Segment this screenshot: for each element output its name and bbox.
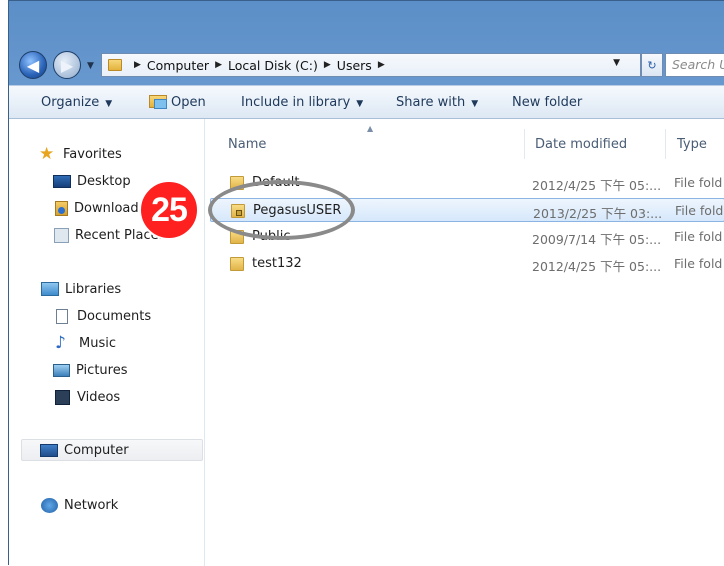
column-header-name[interactable]: Name — [228, 137, 266, 152]
file-type: File fold — [675, 203, 724, 218]
nav-label: Favorites — [63, 146, 122, 162]
breadcrumb-separator-icon[interactable]: ▶ — [134, 60, 141, 70]
nav-label: Documents — [77, 308, 152, 324]
breadcrumb-separator-icon[interactable]: ▶ — [215, 60, 222, 70]
open-button[interactable]: Open — [149, 95, 206, 110]
step-number-badge: 25 — [139, 180, 199, 240]
file-date: 2009/7/14 下午 05:... — [532, 232, 662, 247]
title-bar — [9, 1, 724, 45]
file-type: File fold — [674, 229, 723, 244]
recent-pages-dropdown-icon[interactable]: ▼ — [87, 61, 97, 71]
command-bar: Organize ▼ Open Include in library ▼ Share… — [9, 85, 724, 119]
breadcrumb-local-disk[interactable]: Local Disk (C:) — [228, 58, 318, 73]
star-icon: ★ — [39, 144, 55, 164]
desktop-icon — [53, 174, 71, 188]
file-name: test132 — [252, 256, 302, 271]
table-row[interactable]: test132 2012/4/25 下午 05:... File fold — [206, 252, 724, 276]
explorer-window: ◀ ▶ ▼ ▶ Computer ▶ Local Disk (C:) ▶ Use… — [8, 0, 724, 566]
nav-label: Music — [79, 335, 116, 351]
downloads-icon — [55, 200, 68, 216]
video-icon — [55, 389, 70, 405]
folder-icon — [230, 257, 244, 271]
nav-favorites[interactable]: ★ Favorites — [39, 143, 229, 165]
pictures-icon — [53, 363, 70, 377]
open-folder-icon — [149, 95, 167, 109]
file-date: 2013/2/25 下午 03:... — [533, 206, 663, 221]
column-divider[interactable] — [665, 129, 666, 159]
nav-label: Libraries — [65, 281, 122, 297]
nav-label: Videos — [77, 389, 121, 405]
sort-ascending-icon: ▲ — [367, 124, 374, 133]
include-in-library-button[interactable]: Include in library ▼ — [241, 95, 363, 110]
nav-libraries[interactable]: Libraries — [41, 278, 231, 300]
file-date: 2012/4/25 下午 05:... — [532, 178, 662, 193]
share-label: Share with — [396, 95, 466, 110]
column-header-date[interactable]: Date modified — [535, 137, 627, 152]
breadcrumb-users[interactable]: Users — [337, 58, 372, 73]
share-with-button[interactable]: Share with ▼ — [396, 95, 478, 110]
address-row: ◀ ▶ ▼ ▶ Computer ▶ Local Disk (C:) ▶ Use… — [9, 45, 724, 85]
chevron-down-icon: ▼ — [356, 99, 364, 109]
include-label: Include in library — [241, 95, 351, 110]
column-header-type[interactable]: Type — [677, 137, 707, 152]
chevron-down-icon: ▼ — [471, 99, 479, 109]
nav-label: Network — [64, 497, 119, 513]
forward-button[interactable]: ▶ — [53, 51, 81, 79]
breadcrumb-separator-icon[interactable]: ▶ — [378, 60, 385, 70]
organize-button[interactable]: Organize ▼ — [41, 95, 112, 110]
back-arrow-icon: ◀ — [26, 55, 40, 75]
highlight-ellipse — [208, 180, 355, 240]
nav-label: Computer — [64, 442, 129, 458]
document-icon — [56, 308, 68, 324]
computer-icon — [40, 443, 58, 457]
breadcrumb-computer[interactable]: Computer — [147, 58, 209, 73]
refresh-icon: ↻ — [647, 58, 657, 72]
recent-places-icon — [54, 227, 69, 243]
music-note-icon: ♪ — [55, 333, 66, 353]
search-input[interactable]: Search Us — [665, 53, 724, 77]
network-icon — [41, 497, 58, 513]
nav-label: Pictures — [76, 362, 128, 378]
nav-computer[interactable]: Computer — [21, 439, 203, 461]
chevron-down-icon: ▼ — [105, 99, 113, 109]
address-bar[interactable]: ▶ Computer ▶ Local Disk (C:) ▶ Users ▶ ▼ — [101, 53, 641, 77]
nav-network[interactable]: Network — [41, 494, 231, 516]
organize-label: Organize — [41, 95, 100, 110]
nav-label: Desktop — [77, 173, 131, 189]
file-type: File fold — [674, 175, 723, 190]
breadcrumb-separator-icon[interactable]: ▶ — [324, 60, 331, 70]
refresh-button[interactable]: ↻ — [641, 53, 663, 77]
back-button[interactable]: ◀ — [19, 51, 47, 79]
open-label: Open — [171, 95, 206, 110]
libraries-icon — [41, 282, 59, 296]
nav-label: Downloads — [74, 200, 146, 216]
folder-icon — [108, 59, 122, 71]
file-type: File fold — [674, 256, 723, 271]
column-divider[interactable] — [524, 129, 525, 159]
address-dropdown-icon[interactable]: ▼ — [613, 58, 620, 68]
new-folder-button[interactable]: New folder — [512, 95, 582, 110]
forward-arrow-icon: ▶ — [60, 55, 74, 75]
explorer-body: ★ Favorites Desktop Downloads Recent Plac… — [9, 119, 724, 566]
file-date: 2012/4/25 下午 05:... — [532, 259, 662, 274]
